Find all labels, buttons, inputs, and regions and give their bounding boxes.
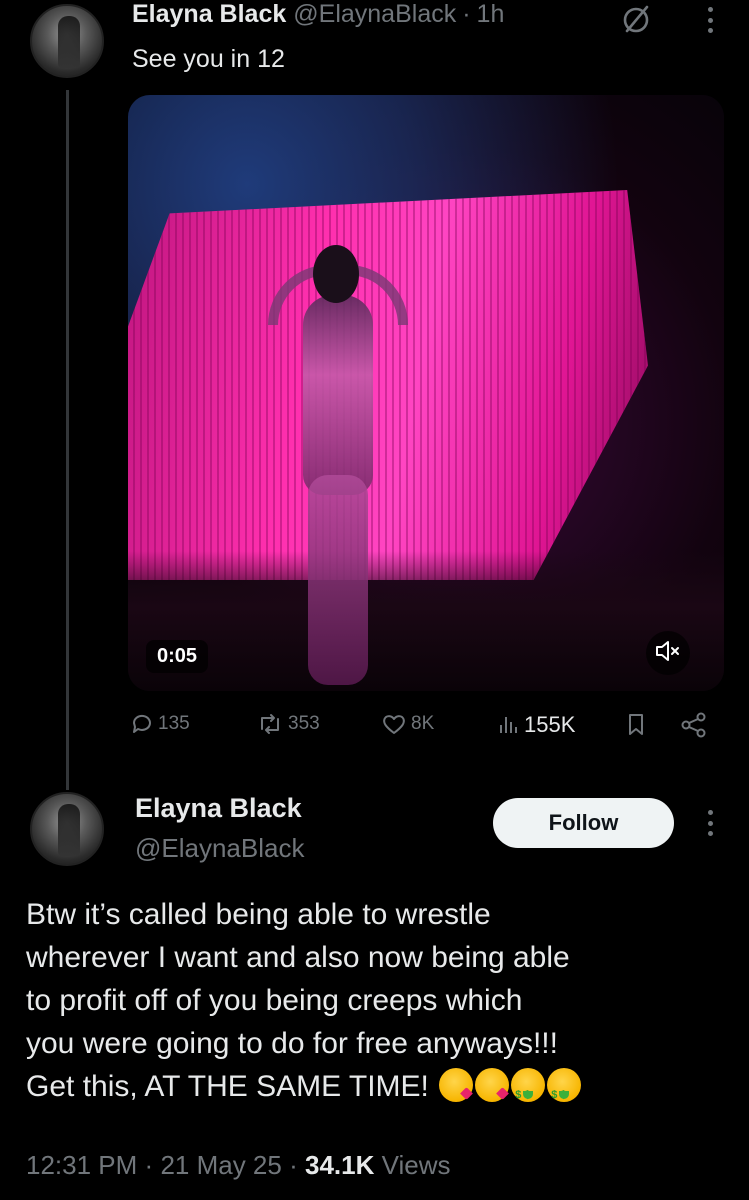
share-button[interactable] <box>680 712 708 738</box>
tweet-body-line: you were going to do for free anyways!!! <box>26 1027 558 1060</box>
mute-icon <box>654 639 682 668</box>
author-name[interactable]: Elayna Black <box>132 0 286 29</box>
money-mouth-face-icon <box>547 1068 582 1117</box>
bookmark-icon <box>625 712 647 738</box>
views-count[interactable]: 34.1K <box>305 1150 374 1180</box>
reply-icon <box>130 712 154 736</box>
author-handle[interactable]: @ElaynaBlack <box>293 0 456 29</box>
tweet-text: See you in 12 <box>132 45 285 73</box>
like-icon <box>381 712 407 736</box>
separator-dot: · <box>289 1150 298 1180</box>
avatar[interactable] <box>30 4 104 78</box>
tweet-body-line-last: Get this, AT THE SAME TIME! <box>26 1065 731 1117</box>
post-time[interactable]: 1h <box>477 0 505 29</box>
follow-button[interactable]: Follow <box>493 798 674 848</box>
post-time[interactable]: 12:31 PM <box>26 1150 137 1180</box>
like-count: 8K <box>411 713 435 734</box>
author-name[interactable]: Elayna Black <box>135 793 302 824</box>
separator-dot: · <box>144 1150 154 1180</box>
tweet-body-line: wherever I want and also now being able <box>26 941 570 974</box>
video-timestamp: 0:05 <box>146 640 209 673</box>
face-blowing-kiss-icon <box>475 1068 510 1102</box>
more-icon[interactable] <box>698 805 722 841</box>
repost-icon <box>256 712 284 736</box>
post-date[interactable]: 21 May 25 <box>160 1150 281 1180</box>
tweet-body-line: Btw it’s called being able to wrestle <box>26 898 491 931</box>
share-icon <box>680 712 708 738</box>
like-button[interactable]: 8K <box>381 712 434 736</box>
thread-line <box>66 90 69 790</box>
reply-count: 135 <box>158 713 190 734</box>
face-blowing-kiss-icon <box>439 1068 474 1102</box>
views-label: Views <box>381 1150 451 1180</box>
grok-icon[interactable] <box>620 4 652 36</box>
tweet-header: Elayna Black @ElaynaBlack · 1h <box>132 0 504 34</box>
tweet-body-line: to profit off of you being creeps which <box>26 984 523 1017</box>
repost-button[interactable]: 353 <box>256 712 320 736</box>
views-button[interactable]: 155K <box>496 712 575 738</box>
bookmark-button[interactable] <box>625 712 647 738</box>
views-count: 155K <box>524 712 576 737</box>
views-icon <box>496 713 520 737</box>
money-mouth-face-icon <box>511 1068 546 1117</box>
tweet-meta: 12:31 PM · 21 May 25 · 34.1K Views <box>26 1150 451 1181</box>
mute-button[interactable] <box>646 631 690 675</box>
avatar[interactable] <box>30 792 104 866</box>
video-player[interactable]: 0:05 <box>128 95 724 691</box>
author-handle[interactable]: @ElaynaBlack <box>135 833 304 864</box>
tweet-body: Btw it’s called being able to wrestle wh… <box>26 893 731 1117</box>
repost-count: 353 <box>288 713 320 734</box>
reply-button[interactable]: 135 <box>130 712 190 736</box>
more-icon[interactable] <box>698 2 722 38</box>
separator-dot: · <box>462 0 471 28</box>
